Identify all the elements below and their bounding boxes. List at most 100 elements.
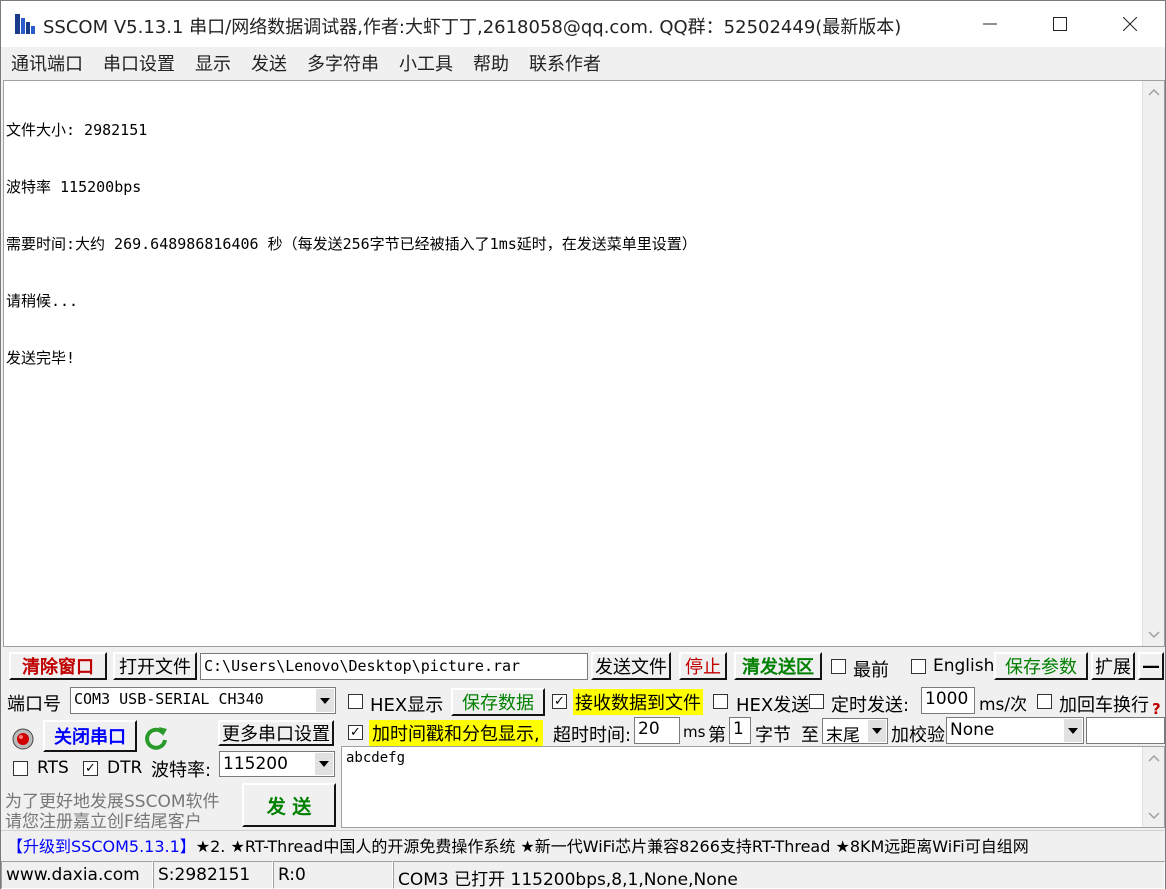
rts-label: RTS (37, 758, 69, 778)
checksum-result-field[interactable] (1086, 717, 1165, 744)
status-info: COM3 已打开 115200bps,8,1,None,None (393, 861, 1165, 889)
file-path-input[interactable]: C:\Users\Lenovo\Desktop\picture.rar (200, 653, 588, 680)
status-site[interactable]: www.daxia.com (1, 861, 153, 889)
end-select[interactable]: 末尾 (822, 718, 888, 744)
english-checkbox[interactable] (911, 659, 926, 674)
topmost-checkbox[interactable] (831, 659, 846, 674)
send-file-button[interactable]: 发送文件 (591, 652, 671, 680)
checksum-dropdown-icon[interactable] (1064, 719, 1082, 742)
expand-button[interactable]: 扩展 (1091, 652, 1135, 680)
recv-to-file-checkbox[interactable]: ✓ (552, 694, 567, 709)
baud-select-value: 115200 (223, 754, 288, 774)
status-bar: www.daxia.com S:2982151 R:0 COM3 已打开 115… (1, 861, 1165, 889)
interval-input[interactable]: 1000 (921, 687, 975, 714)
refresh-icon[interactable] (143, 725, 169, 751)
port-select-value: COM3 USB-SERIAL CH340 (74, 690, 264, 708)
send-scrollbar[interactable] (1142, 747, 1164, 827)
to-label: 至 (801, 725, 819, 746)
timeout-unit-label: ms (683, 723, 706, 741)
add-crlf-checkbox[interactable] (1037, 694, 1052, 709)
hex-send-label: HEX发送 (736, 695, 810, 716)
end-dropdown-icon[interactable] (868, 720, 886, 742)
timestamp-label: 加时间戳和分包显示, (369, 720, 543, 746)
help-mark[interactable]: ? (1152, 700, 1161, 718)
receive-line: 波特率 115200bps (6, 178, 142, 196)
title-bar[interactable]: SSCOM V5.13.1 串口/网络数据调试器,作者:大虾丁丁,2618058… (1, 1, 1165, 47)
status-received: R:0 (273, 861, 393, 889)
add-crlf-label: 加回车换行 (1059, 695, 1149, 716)
minimize-icon (983, 23, 997, 25)
checksum-select[interactable]: None (946, 717, 1084, 744)
maximize-icon (1053, 17, 1067, 31)
timed-send-label: 定时发送: (831, 695, 910, 716)
clear-send-button[interactable]: 清发送区 (734, 652, 822, 680)
receive-line: 请稍候... (6, 292, 79, 310)
rts-checkbox[interactable] (13, 761, 28, 776)
close-icon (1123, 17, 1137, 31)
stop-button[interactable]: 停止 (679, 652, 727, 680)
timeout-label: 超时时间: (553, 725, 632, 746)
scroll-up-icon[interactable] (1148, 87, 1160, 99)
ad-ticker[interactable]: 【升级到SSCOM5.13.1】 ★2. ★RT-Thread中国人的开源免费操… (1, 830, 1165, 858)
main-window: SSCOM V5.13.1 串口/网络数据调试器,作者:大虾丁丁,2618058… (0, 0, 1166, 889)
baud-select[interactable]: 115200 (219, 751, 335, 777)
receive-scrollbar[interactable] (1142, 81, 1164, 646)
ad-text: ★2. ★RT-Thread中国人的开源免费操作系统 ★新一代WiFi芯片兼容8… (195, 836, 1029, 856)
minimize-button[interactable] (955, 1, 1025, 47)
byte-label: 字节 (755, 725, 791, 746)
hex-display-checkbox[interactable] (348, 694, 363, 709)
scroll-down-icon[interactable] (1148, 809, 1160, 821)
menu-item-help[interactable]: 帮助 (463, 50, 519, 76)
receive-line: 文件大小: 2982151 (6, 121, 148, 139)
close-button[interactable] (1095, 1, 1165, 47)
clear-window-button[interactable]: 清除窗口 (9, 652, 107, 680)
recv-to-file-label: 接收数据到文件 (573, 689, 703, 715)
menu-bar: 通讯端口 串口设置 显示 发送 多字符串 小工具 帮助 联系作者 (1, 47, 1165, 79)
save-params-button[interactable]: 保存参数 (994, 652, 1088, 680)
baud-dropdown-icon[interactable] (315, 753, 333, 775)
port-label: 端口号 (7, 694, 61, 715)
scroll-down-icon[interactable] (1148, 628, 1160, 640)
menu-item-tools[interactable]: 小工具 (389, 50, 463, 76)
end-select-value: 末尾 (826, 726, 860, 744)
maximize-button[interactable] (1025, 1, 1095, 47)
ad-upgrade-link[interactable]: 【升级到SSCOM5.13.1】 (1, 833, 196, 857)
dtr-label: DTR (107, 758, 143, 778)
interval-unit-label: ms/次 (979, 695, 1028, 715)
status-sent: S:2982151 (153, 861, 273, 889)
topmost-label: 最前 (853, 660, 889, 681)
timeout-input[interactable]: 20 (634, 717, 680, 744)
port-status-icon (12, 728, 34, 750)
scroll-up-icon[interactable] (1148, 753, 1160, 765)
receive-area[interactable]: 文件大小: 2982151 波特率 115200bps 需要时间:大约 269.… (3, 80, 1165, 647)
open-file-button[interactable]: 打开文件 (113, 652, 197, 680)
dtr-checkbox[interactable]: ✓ (83, 761, 98, 776)
timed-send-checkbox[interactable] (809, 694, 824, 709)
collapse-button[interactable]: — (1138, 652, 1164, 680)
port-dropdown-icon[interactable] (316, 689, 334, 712)
save-data-button[interactable]: 保存数据 (451, 688, 545, 716)
menu-item-contact[interactable]: 联系作者 (519, 50, 611, 76)
receive-line: 需要时间:大约 269.648986816406 秒（每发送256字节已经被插入… (6, 235, 697, 253)
checksum-select-value: None (950, 720, 995, 740)
receive-text: 文件大小: 2982151 波特率 115200bps 需要时间:大约 269.… (6, 83, 1136, 406)
english-label: English (933, 656, 995, 676)
send-text: abcdefg (346, 750, 406, 766)
send-text-area[interactable]: abcdefg (341, 746, 1165, 828)
hex-send-checkbox[interactable] (713, 694, 728, 709)
checksum-label: 加校验 (891, 725, 945, 746)
menu-item-multistring[interactable]: 多字符串 (297, 50, 389, 76)
send-button[interactable]: 发 送 (242, 783, 336, 827)
menu-item-port[interactable]: 通讯端口 (1, 50, 93, 76)
receive-line: 发送完毕! (6, 349, 76, 367)
baud-label: 波特率: (151, 760, 212, 781)
port-select[interactable]: COM3 USB-SERIAL CH340 (70, 687, 336, 714)
promo-line-2: 请您注册嘉立创F结尾客户 (5, 812, 202, 832)
menu-item-serial-settings[interactable]: 串口设置 (93, 50, 185, 76)
menu-item-send[interactable]: 发送 (241, 50, 297, 76)
close-port-button[interactable]: 关闭串口 (43, 720, 137, 752)
more-settings-button[interactable]: 更多串口设置 (218, 720, 334, 746)
nth-input[interactable]: 1 (729, 717, 751, 744)
timestamp-checkbox[interactable]: ✓ (348, 725, 363, 740)
menu-item-display[interactable]: 显示 (185, 50, 241, 76)
